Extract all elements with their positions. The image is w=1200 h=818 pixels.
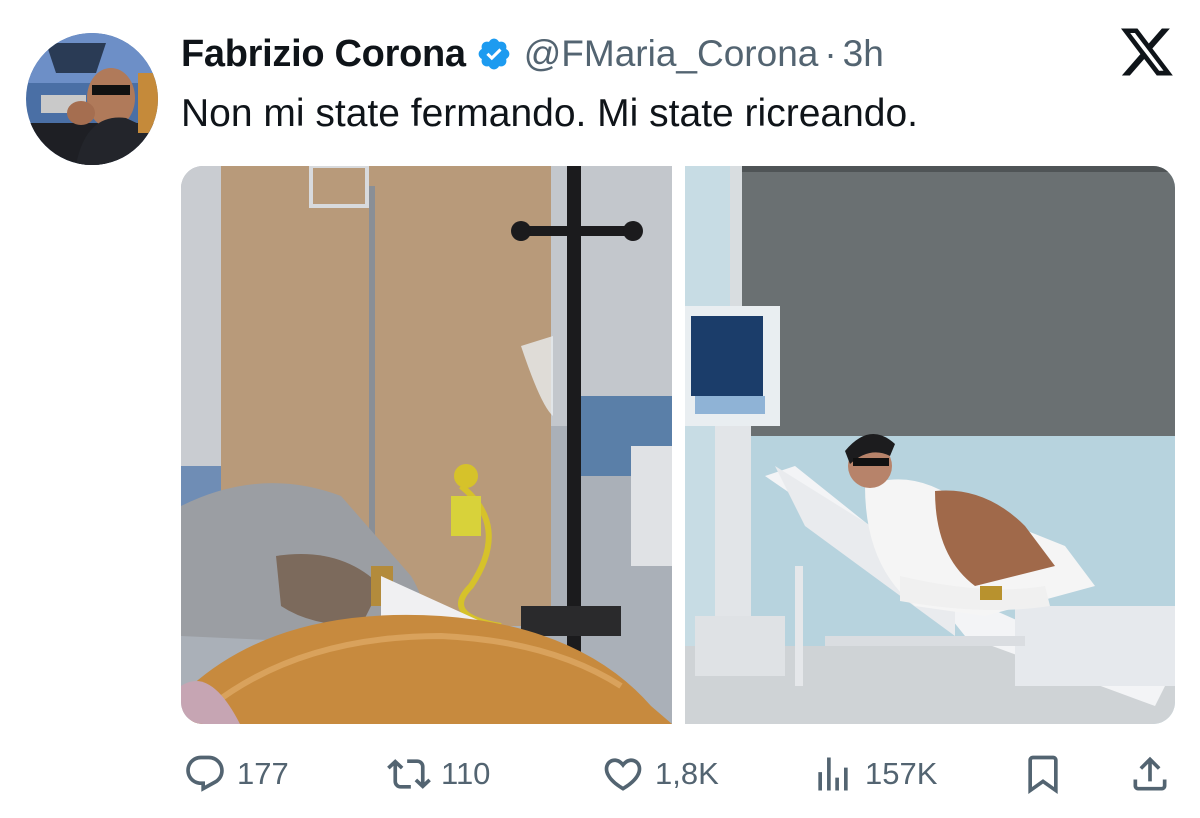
timestamp[interactable]: 3h	[843, 33, 884, 75]
bookmark-icon	[1028, 755, 1058, 795]
views-chart-icon	[818, 757, 848, 791]
photo-hospital-iv-stand[interactable]	[181, 166, 672, 724]
x-logo-icon[interactable]	[1121, 28, 1173, 76]
bookmark-button[interactable]	[1021, 748, 1065, 800]
retweet-button[interactable]: 110	[387, 748, 490, 800]
user-handle[interactable]: @FMaria_Corona	[524, 33, 819, 75]
like-count: 1,8K	[655, 756, 719, 791]
views-count: 157K	[865, 756, 938, 791]
retweet-count: 110	[441, 756, 491, 791]
like-button[interactable]: 1,8K	[601, 748, 719, 800]
share-button[interactable]	[1128, 748, 1172, 800]
tweet-actions: 177 110 1,8K 157K	[183, 748, 1173, 800]
tweet-header: Fabrizio Corona @FMaria_Corona · 3h	[181, 28, 884, 80]
reply-button[interactable]: 177	[183, 748, 289, 800]
views-button[interactable]: 157K	[811, 748, 937, 800]
comment-icon	[186, 755, 224, 792]
media-gallery	[181, 166, 1175, 724]
avatar[interactable]	[26, 33, 158, 165]
verified-badge-icon	[476, 36, 512, 72]
heart-icon	[604, 758, 642, 791]
separator-dot: ·	[824, 33, 837, 74]
tweet-text: Non mi state fermando. Mi state ricreand…	[181, 92, 918, 135]
photo-hospital-bed-monitor[interactable]	[685, 166, 1175, 724]
display-name[interactable]: Fabrizio Corona	[181, 33, 466, 76]
reply-count: 177	[237, 756, 289, 791]
share-icon	[1133, 756, 1167, 791]
retweet-icon	[387, 759, 431, 789]
